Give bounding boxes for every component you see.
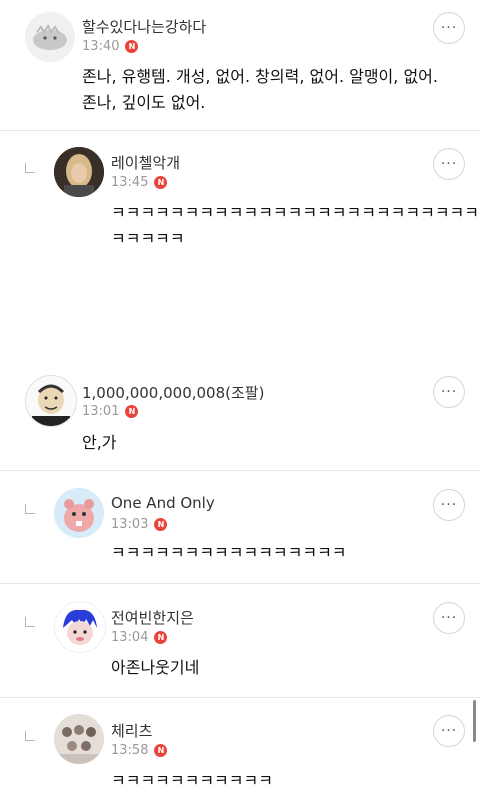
- avatar[interactable]: [54, 147, 104, 197]
- comment-body: 존나, 유행템. 개성, 없어. 창의력, 없어. 알맹이, 없어. 존나, 깊…: [82, 64, 438, 116]
- comment-body: ㅋㅋㅋㅋㅋㅋㅋㅋㅋㅋㅋㅋㅋㅋㅋㅋㅋㅋㅋㅋㅋㅋㅋㅋㅋ ㅋㅋㅋㅋㅋ: [111, 200, 479, 252]
- new-badge: N: [154, 631, 168, 644]
- meme-face-avatar-icon: [26, 376, 76, 426]
- more-options-button[interactable]: ···: [433, 12, 465, 44]
- more-options-button[interactable]: ···: [433, 602, 465, 634]
- comment-body-line: 존나, 유행템. 개성, 없어. 창의력, 없어. 알맹이, 없어.: [82, 67, 438, 86]
- comment-body-line: 존나, 깊이도 없어.: [82, 93, 206, 112]
- avatar[interactable]: [54, 714, 104, 764]
- comment-meta: 13:03 N: [111, 517, 168, 532]
- comment-body-line: ㅋㅋㅋㅋㅋㅋㅋㅋㅋㅋㅋㅋㅋㅋㅋㅋㅋㅋㅋㅋㅋㅋㅋㅋㅋ: [111, 203, 480, 222]
- comment-nickname[interactable]: 체리츠: [111, 720, 152, 741]
- reply-indicator-icon: [25, 731, 35, 741]
- reply-indicator-icon: [25, 163, 35, 173]
- more-options-button[interactable]: ···: [433, 715, 465, 747]
- comment-body: 안,가: [82, 430, 117, 456]
- new-badge: N: [125, 405, 139, 418]
- comment-meta: 13:01 N: [82, 404, 139, 419]
- comment-nickname[interactable]: 1,000,000,000,008(조팔): [82, 382, 264, 403]
- comment-nickname[interactable]: 할수있다나는강하다: [82, 16, 206, 37]
- comment-meta: 13:04 N: [111, 630, 168, 645]
- new-badge: N: [154, 176, 168, 189]
- comment-divider: [0, 583, 480, 584]
- comment-nickname[interactable]: 전여빈한지은: [111, 607, 194, 628]
- comment-time: 13:01: [82, 404, 120, 419]
- new-badge: N: [125, 40, 139, 53]
- comment-body-line: 아존나웃기네: [111, 658, 200, 677]
- comment-meta: 13:58 N: [111, 743, 168, 758]
- new-badge: N: [154, 744, 168, 757]
- comment-time: 13:58: [111, 743, 149, 758]
- comment-meta: 13:45 N: [111, 175, 168, 190]
- scrollbar[interactable]: [473, 700, 476, 742]
- more-options-button[interactable]: ···: [433, 489, 465, 521]
- dinosaur-plush-avatar-icon: [33, 24, 67, 50]
- reply-indicator-icon: [25, 617, 35, 627]
- comment-time: 13:03: [111, 517, 149, 532]
- more-options-button[interactable]: ···: [433, 148, 465, 180]
- comment-nickname[interactable]: 레이첼악개: [111, 152, 180, 173]
- avatar[interactable]: [25, 12, 75, 62]
- comment-time: 13:45: [111, 175, 149, 190]
- comment-body-line: ㅋㅋㅋㅋㅋㅋㅋㅋㅋㅋㅋㅋㅋㅋㅋㅋ: [111, 543, 347, 562]
- comment-body: ㅋㅋㅋㅋㅋㅋㅋㅋㅋㅋㅋㅋㅋㅋㅋㅋ: [111, 540, 347, 566]
- comment-body: 아존나웃기네: [111, 655, 199, 681]
- new-badge: N: [154, 518, 168, 531]
- group-photo-avatar-icon: [54, 714, 104, 764]
- more-options-button[interactable]: ···: [433, 376, 465, 408]
- avatar[interactable]: [54, 601, 106, 653]
- comment-body-line: ㅋㅋㅋㅋㅋㅋㅋㅋㅋㅋㅋ: [111, 771, 273, 790]
- avatar[interactable]: [25, 375, 77, 427]
- comment-divider: [0, 130, 480, 131]
- comment-nickname[interactable]: One And Only: [111, 494, 215, 512]
- comment-time: 13:40: [82, 39, 120, 54]
- comment-time: 13:04: [111, 630, 149, 645]
- comment-meta: 13:40 N: [82, 39, 139, 54]
- comment-divider: [0, 470, 480, 471]
- pink-beaver-avatar-icon: [54, 488, 104, 538]
- comment-body-line: ㅋㅋㅋㅋㅋ: [111, 229, 185, 248]
- avatar[interactable]: [54, 488, 104, 538]
- reply-indicator-icon: [25, 504, 35, 514]
- blonde-woman-avatar-icon: [54, 147, 104, 197]
- comment-divider: [0, 697, 480, 698]
- comment-body-line: 안,가: [82, 433, 117, 452]
- blue-hair-character-avatar-icon: [55, 602, 105, 652]
- comment-body: ㅋㅋㅋㅋㅋㅋㅋㅋㅋㅋㅋ: [111, 768, 273, 794]
